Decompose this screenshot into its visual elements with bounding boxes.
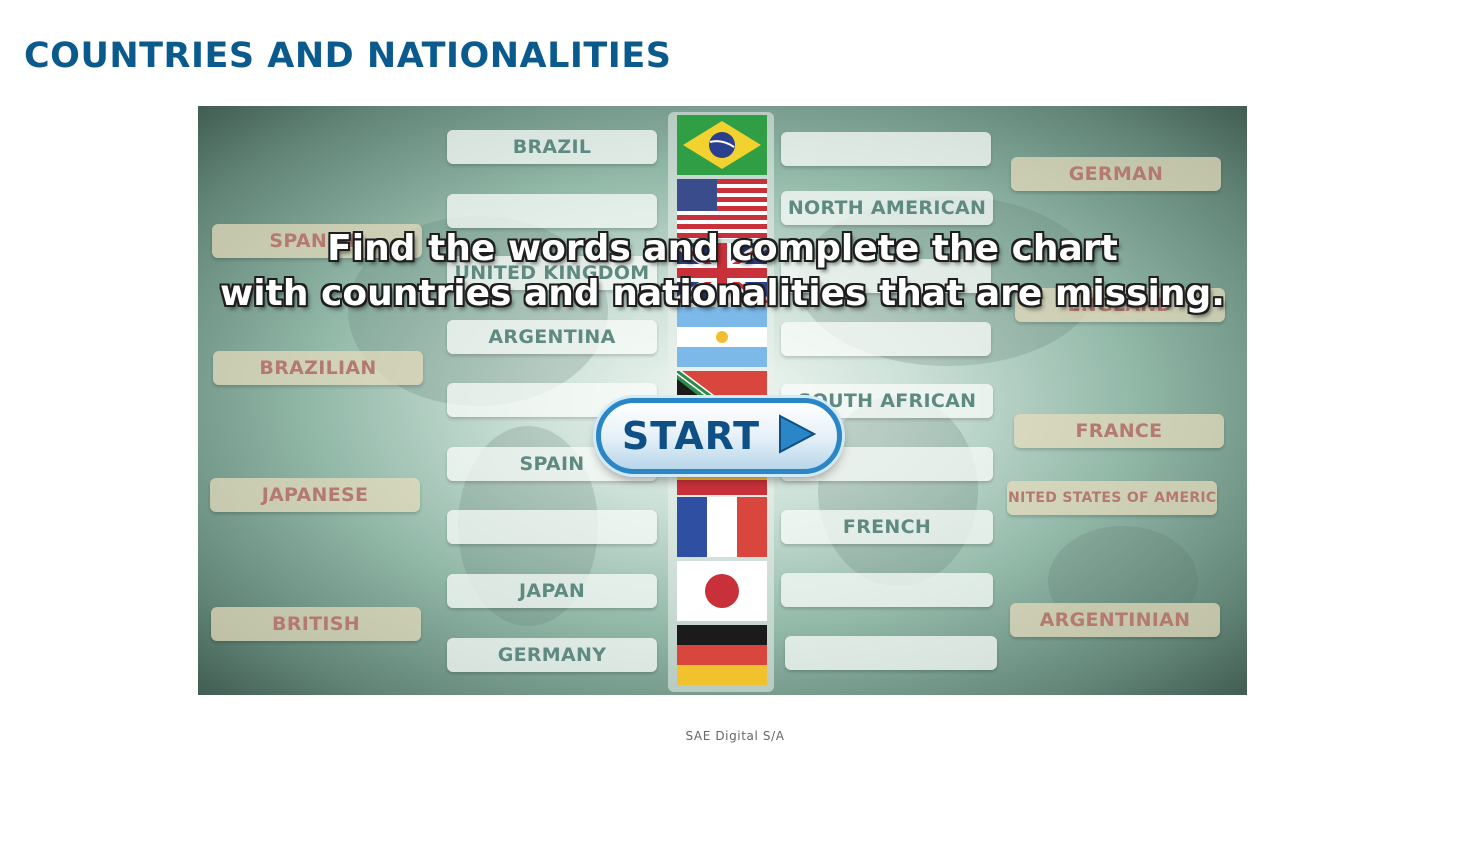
- word-card-japanese[interactable]: JAPANESE: [210, 478, 420, 512]
- country-slot-empty[interactable]: [447, 194, 657, 228]
- word-card-france[interactable]: FRANCE: [1014, 414, 1224, 448]
- nationality-slot-french[interactable]: FRENCH: [781, 510, 993, 544]
- france-flag-icon: [677, 497, 767, 557]
- nationality-slot-north-american[interactable]: NORTH AMERICAN: [781, 191, 993, 225]
- nationality-slot-empty[interactable]: [781, 132, 991, 166]
- word-card-united-states-of-america[interactable]: UNITED STATES OF AMERICA: [1007, 481, 1217, 515]
- nationality-slot-empty[interactable]: [785, 636, 997, 670]
- country-slot-germany[interactable]: GERMANY: [447, 638, 657, 672]
- brazil-flag-icon: [677, 115, 767, 175]
- nationality-slot-empty[interactable]: [781, 573, 993, 607]
- nationality-slot-empty[interactable]: [781, 322, 991, 356]
- instruction-line-2: with countries and nationalities that ar…: [220, 273, 1225, 314]
- country-slot-japan[interactable]: JAPAN: [447, 574, 657, 608]
- argentina-flag-icon: [677, 307, 767, 367]
- footer-copyright: SAE Digital S/A: [685, 729, 785, 743]
- word-card-brazilian[interactable]: BRAZILIAN: [213, 351, 423, 385]
- japan-flag-icon: [677, 561, 767, 621]
- word-card-argentinian[interactable]: ARGENTINIAN: [1010, 603, 1220, 637]
- country-slot-empty[interactable]: [447, 510, 657, 544]
- play-arrow-icon: [778, 414, 817, 458]
- start-label: START: [621, 414, 761, 458]
- page-title: COUNTRIES AND NATIONALITIES: [24, 36, 672, 76]
- germany-flag-icon: [677, 625, 767, 685]
- word-card-german[interactable]: GERMAN: [1011, 157, 1221, 191]
- map-continent: [818, 396, 978, 586]
- game-stage[interactable]: SPANISH BRAZILIAN JAPANESE BRITISH BRAZI…: [198, 106, 1247, 695]
- start-button[interactable]: START: [596, 398, 842, 474]
- country-slot-argentina[interactable]: ARGENTINA: [447, 320, 657, 354]
- country-slot-brazil[interactable]: BRAZIL: [447, 130, 657, 164]
- word-card-british[interactable]: BRITISH: [211, 607, 421, 641]
- instruction-line-1: Find the words and complete the chart: [327, 228, 1118, 269]
